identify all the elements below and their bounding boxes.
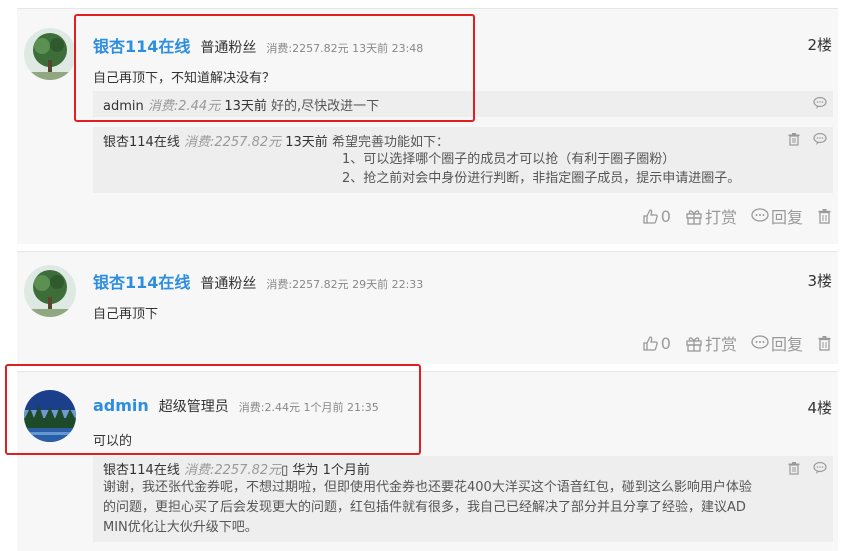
username[interactable]: 银杏114在线 xyxy=(93,33,190,57)
reply-text: 好的,尽快改进一下 xyxy=(271,99,380,114)
post-content: 自己再顶下，不知道解决没有？ xyxy=(93,71,276,86)
like-count: 0 xyxy=(660,333,671,353)
device-badge: ▯ xyxy=(281,463,289,478)
post-actions: 0 打赏 回复 xyxy=(642,204,832,228)
reply-time: 1个月前 xyxy=(322,463,370,478)
post-content: 自己再顶下 xyxy=(93,307,159,322)
reply-username[interactable]: 银杏114在线 xyxy=(103,135,180,150)
user-role: 普通粉丝 xyxy=(200,40,257,56)
post-floor-2: 银杏114在线 普通粉丝 消费:2257.82元 13天前 23:48 2楼 自… xyxy=(17,8,838,244)
reply-device: 华为 xyxy=(292,463,319,478)
reply-button[interactable]: 回复 xyxy=(751,204,803,228)
reply-text-line: 1、可以选择哪个圈子的成员才可以抢（有利于圈子圈粉） xyxy=(342,152,676,167)
trash-icon[interactable] xyxy=(787,132,801,146)
post-meta: 消费:2257.82元 13天前 23:48 xyxy=(266,42,424,55)
post-floor-3: 银杏114在线 普通粉丝 消费:2257.82元 29天前 22:33 3楼 自… xyxy=(17,251,838,364)
like-button[interactable]: 0 xyxy=(642,207,671,226)
avatar[interactable] xyxy=(24,390,76,442)
thumbs-up-icon xyxy=(642,208,659,225)
comment-icon xyxy=(751,335,769,351)
post-meta: 消费:2.44元 1个月前 21:35 xyxy=(238,401,379,414)
reply-cost: 消费:2257.82元 xyxy=(183,135,282,150)
reply-tools xyxy=(787,461,827,475)
reward-label: 打赏 xyxy=(704,335,737,354)
reply-item: 银杏114在线 消费:2257.82元▯ 华为 1个月前 谢谢，我还张代金券呢，… xyxy=(93,456,833,542)
floor-number: 4楼 xyxy=(807,399,832,417)
comment-icon[interactable] xyxy=(813,461,827,475)
user-role: 普通粉丝 xyxy=(200,276,257,292)
comment-icon[interactable] xyxy=(813,96,827,110)
reply-text: 希望完善功能如下： xyxy=(331,135,449,150)
avatar[interactable] xyxy=(24,28,76,80)
reply-time: 13天前 xyxy=(285,135,328,150)
post-header: 银杏114在线 普通粉丝 消费:2257.82元 29天前 22:33 xyxy=(93,269,423,293)
post-meta: 消费:2257.82元 29天前 22:33 xyxy=(266,278,424,291)
reward-button[interactable]: 打赏 xyxy=(685,204,737,228)
reward-label: 打赏 xyxy=(704,208,737,227)
post-floor-4: admin 超级管理员 消费:2.44元 1个月前 21:35 4楼 可以的 银… xyxy=(17,371,838,551)
post-content: 可以的 xyxy=(93,434,133,449)
floor-number: 3楼 xyxy=(807,272,832,290)
reply-item: admin 消费:2.44元 13天前 好的,尽快改进一下 xyxy=(93,91,833,117)
trash-icon xyxy=(817,208,832,224)
user-role: 超级管理员 xyxy=(158,399,229,415)
trash-icon xyxy=(817,335,832,351)
reward-button[interactable]: 打赏 xyxy=(685,331,737,355)
reply-text-line: 的问题，更担心买了后会发现更大的问题，红包插件就有很多，我自己已经解决了部分并且… xyxy=(103,500,746,515)
post-header: 银杏114在线 普通粉丝 消费:2257.82元 13天前 23:48 xyxy=(93,33,423,57)
post-actions: 0 打赏 回复 xyxy=(642,331,832,355)
reply-username[interactable]: 银杏114在线 xyxy=(103,463,180,478)
username[interactable]: admin xyxy=(93,396,149,415)
like-button[interactable]: 0 xyxy=(642,334,671,353)
comment-icon xyxy=(751,208,769,224)
reply-text-line: MIN优化让大伙升级下吧。 xyxy=(103,520,258,535)
thumbs-up-icon xyxy=(642,335,659,352)
reply-label: 回复 xyxy=(770,335,803,354)
reply-label: 回复 xyxy=(770,208,803,227)
reply-cost: 消费:2.44元 xyxy=(147,99,221,114)
reply-time: 13天前 xyxy=(224,99,267,114)
delete-button[interactable] xyxy=(817,335,832,351)
gift-icon xyxy=(685,335,703,352)
like-count: 0 xyxy=(660,206,671,226)
gift-icon xyxy=(685,208,703,225)
username[interactable]: 银杏114在线 xyxy=(93,269,190,293)
reply-tools xyxy=(787,132,827,146)
post-header: admin 超级管理员 消费:2.44元 1个月前 21:35 xyxy=(93,396,379,416)
reply-text-line: 2、抢之前对会中身份进行判断，非指定圈子成员，提示申请进圈子。 xyxy=(342,171,741,186)
reply-button[interactable]: 回复 xyxy=(751,331,803,355)
reply-text-line: 谢谢，我还张代金券呢，不想过期啦，但即使用代金券也还要花400大洋买这个语音红包… xyxy=(103,480,752,495)
reply-item: 银杏114在线 消费:2257.82元 13天前 希望完善功能如下： 1、可以选… xyxy=(93,127,833,193)
avatar[interactable] xyxy=(24,265,76,317)
delete-button[interactable] xyxy=(817,208,832,224)
reply-username[interactable]: admin xyxy=(103,99,144,114)
floor-number: 2楼 xyxy=(807,36,832,54)
reply-tools xyxy=(813,96,827,110)
trash-icon[interactable] xyxy=(787,461,801,475)
comment-icon[interactable] xyxy=(813,132,827,146)
reply-cost: 消费:2257.82元 xyxy=(183,463,282,478)
